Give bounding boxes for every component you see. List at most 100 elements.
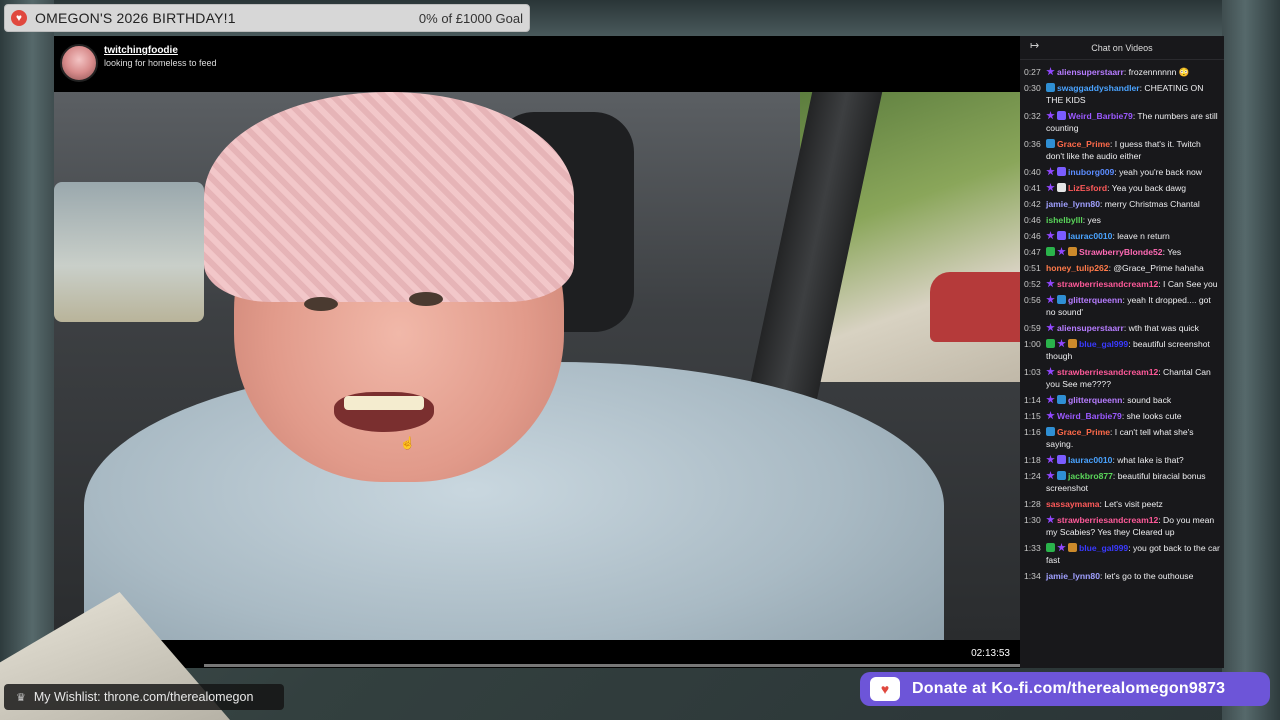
chat-message: 0:40 inuborg009: yeah you're back now (1024, 166, 1220, 178)
chat-message: 0:51 honey_tulip262: @Grace_Prime hahaha (1024, 262, 1220, 274)
star-badge-icon[interactable] (1057, 339, 1066, 348)
channel-avatar[interactable] (60, 44, 98, 82)
channel-name-link[interactable]: twitchingfoodie (104, 45, 178, 56)
star-badge-icon[interactable] (1046, 295, 1055, 304)
star-badge-icon[interactable] (1046, 67, 1055, 76)
chat-username[interactable]: ishelbylll (1046, 215, 1083, 225)
chat-message-list[interactable]: 0:27 aliensuperstaarr: frozennnnnn 😳 0:30 s… (1020, 60, 1224, 582)
sub-badge-icon[interactable] (1057, 455, 1066, 464)
wishlist-bar: ♛ My Wishlist: throne.com/therealomegon (4, 684, 284, 710)
video-frame[interactable] (54, 92, 1020, 640)
donate-bar: ♥ Donate at Ko-fi.com/therealomegon9873 (860, 672, 1270, 706)
chat-text: : she looks cute (1121, 411, 1182, 421)
chat-message: 1:24 jackbro877: beautiful biracial bonus… (1024, 470, 1220, 494)
chat-timestamp: 0:41 (1024, 183, 1041, 193)
knit-hat (204, 92, 574, 302)
chat-timestamp: 0:42 (1024, 199, 1041, 209)
parked-car (930, 272, 1020, 342)
goal-bar: ♥ OMEGON'S 2026 BIRTHDAY!1 0% of £1000 G… (4, 4, 530, 32)
chat-username[interactable]: inuborg009 (1068, 167, 1114, 177)
chat-timestamp: 0:46 (1024, 231, 1041, 241)
star-badge-icon[interactable] (1046, 515, 1055, 524)
star-badge-icon[interactable] (1046, 231, 1055, 240)
seek-bar[interactable] (204, 664, 1064, 667)
chat-timestamp: 0:36 (1024, 139, 1041, 149)
chat-username[interactable]: strawberriesandcream12 (1057, 279, 1158, 289)
star-badge-icon[interactable] (1046, 471, 1055, 480)
mod-badge-icon[interactable] (1046, 247, 1055, 256)
gift-badge-icon[interactable] (1068, 543, 1077, 552)
prime-badge-icon[interactable] (1057, 395, 1066, 404)
chat-username[interactable]: glitterqueenn (1068, 295, 1122, 305)
chat-username[interactable]: sassaymama (1046, 499, 1100, 509)
chat-timestamp: 1:14 (1024, 395, 1041, 405)
chat-username[interactable]: jamie_lynn80 (1046, 571, 1100, 581)
star-badge-icon[interactable] (1046, 183, 1055, 192)
prime-badge-icon[interactable] (1057, 471, 1066, 480)
star-badge-icon[interactable] (1046, 395, 1055, 404)
chat-message: 1:14 glitterqueenn: sound back (1024, 394, 1220, 406)
prime-badge-icon[interactable] (1046, 139, 1055, 148)
prime-badge-icon[interactable] (1046, 83, 1055, 92)
star-badge-icon[interactable] (1046, 167, 1055, 176)
chat-username[interactable]: aliensuperstaarr (1057, 67, 1124, 77)
chat-username[interactable]: laurac0010 (1068, 231, 1112, 241)
chat-username[interactable]: swaggaddyshandler (1057, 83, 1140, 93)
mod-badge-icon[interactable] (1046, 339, 1055, 348)
chat-username[interactable]: Grace_Prime (1057, 139, 1110, 149)
chat-message: 1:34 jamie_lynn80: let's go to the outhou… (1024, 570, 1220, 582)
video-time: 02:13:53 (971, 648, 1010, 659)
teeth (344, 396, 424, 410)
star-badge-icon[interactable] (1057, 543, 1066, 552)
chat-timestamp: 0:30 (1024, 83, 1041, 93)
chat-message: 1:00 blue_gal999: beautiful screenshot th… (1024, 338, 1220, 362)
chat-text: : what lake is that? (1112, 455, 1184, 465)
chat-username[interactable]: Weird_Barbie79 (1068, 111, 1133, 121)
chat-username[interactable]: Grace_Prime (1057, 427, 1110, 437)
star-badge-icon[interactable] (1046, 279, 1055, 288)
vip-badge-icon[interactable] (1057, 183, 1066, 192)
chat-username[interactable]: StrawberryBlonde52 (1079, 247, 1163, 257)
left-eye (304, 297, 338, 311)
star-badge-icon[interactable] (1046, 111, 1055, 120)
chat-username[interactable]: jamie_lynn80 (1046, 199, 1100, 209)
chat-username[interactable]: aliensuperstaarr (1057, 323, 1124, 333)
chat-timestamp: 1:28 (1024, 499, 1041, 509)
chat-username[interactable]: jackbro877 (1068, 471, 1113, 481)
prime-badge-icon[interactable] (1046, 427, 1055, 436)
chat-username[interactable]: blue_gal999 (1079, 543, 1128, 553)
gift-badge-icon[interactable] (1068, 339, 1077, 348)
star-badge-icon[interactable] (1057, 247, 1066, 256)
chat-username[interactable]: LizEsford (1068, 183, 1107, 193)
mod-badge-icon[interactable] (1046, 543, 1055, 552)
chat-message: 1:30 strawberriesandcream12: Do you mean … (1024, 514, 1220, 538)
chat-username[interactable]: honey_tulip262 (1046, 263, 1109, 273)
sub-badge-icon[interactable] (1057, 167, 1066, 176)
chat-username[interactable]: strawberriesandcream12 (1057, 515, 1158, 525)
chat-username[interactable]: glitterqueenn (1068, 395, 1122, 405)
prime-badge-icon[interactable] (1057, 295, 1066, 304)
chat-username[interactable]: strawberriesandcream12 (1057, 367, 1158, 377)
chat-username[interactable]: blue_gal999 (1079, 339, 1128, 349)
chat-timestamp: 1:34 (1024, 571, 1041, 581)
chat-timestamp: 1:24 (1024, 471, 1041, 481)
video-player[interactable]: twitchingfoodie looking for homeless to … (54, 36, 1064, 668)
chat-timestamp: 0:46 (1024, 215, 1041, 225)
chat-timestamp: 1:16 (1024, 427, 1041, 437)
chat-message: 0:36 Grace_Prime: I guess that's it. Twit… (1024, 138, 1220, 162)
gift-badge-icon[interactable] (1068, 247, 1077, 256)
chat-username[interactable]: Weird_Barbie79 (1057, 411, 1122, 421)
car-window-left (54, 182, 204, 322)
star-badge-icon[interactable] (1046, 367, 1055, 376)
collapse-arrow-icon[interactable]: ↦ (1030, 39, 1039, 52)
star-badge-icon[interactable] (1046, 411, 1055, 420)
star-badge-icon[interactable] (1046, 323, 1055, 332)
chat-message: 0:59 aliensuperstaarr: wth that was quick (1024, 322, 1220, 334)
sub-badge-icon[interactable] (1057, 231, 1066, 240)
star-badge-icon[interactable] (1046, 455, 1055, 464)
chat-text: : wth that was quick (1123, 323, 1199, 333)
frame-edge-right (1222, 0, 1280, 720)
chat-username[interactable]: laurac0010 (1068, 455, 1112, 465)
sub-badge-icon[interactable] (1057, 111, 1066, 120)
donate-text: Donate at Ko-fi.com/therealomegon9873 (912, 680, 1226, 697)
